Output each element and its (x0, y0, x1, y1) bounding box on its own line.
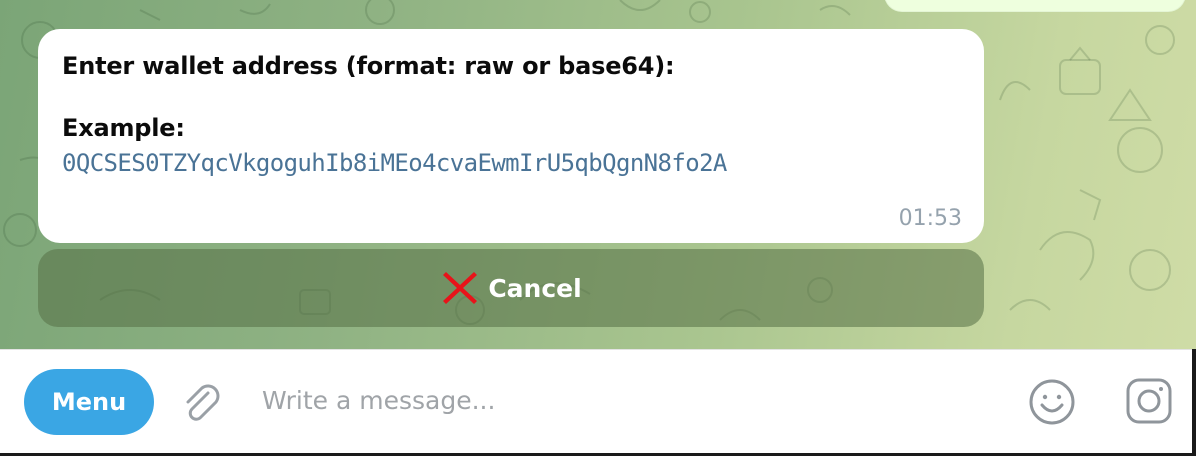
cancel-button-label: Cancel (488, 273, 582, 303)
cross-mark-icon (440, 268, 480, 308)
window-edge (1192, 349, 1196, 456)
message-composer: Menu (0, 349, 1196, 456)
smiley-icon[interactable] (1028, 378, 1076, 426)
cancel-keyboard-button[interactable]: Cancel (38, 249, 984, 327)
message-prompt: Enter wallet address (format: raw or bas… (62, 52, 675, 80)
instagram-camera-icon[interactable] (1124, 376, 1174, 426)
message-timestamp: 01:53 (898, 206, 962, 231)
previous-message-bubble (884, 0, 1186, 12)
message-input[interactable] (262, 378, 1002, 422)
menu-button[interactable]: Menu (24, 369, 154, 435)
example-wallet-address[interactable]: 0QCSES0TZYqcVkgoguhIb8iMEo4cvaEwmIrU5qbQ… (62, 147, 960, 179)
chat-background: Enter wallet address (format: raw or bas… (0, 0, 1196, 349)
bot-message-bubble: Enter wallet address (format: raw or bas… (38, 29, 984, 243)
paperclip-icon[interactable] (180, 381, 224, 425)
message-example-label: Example: (62, 114, 185, 142)
